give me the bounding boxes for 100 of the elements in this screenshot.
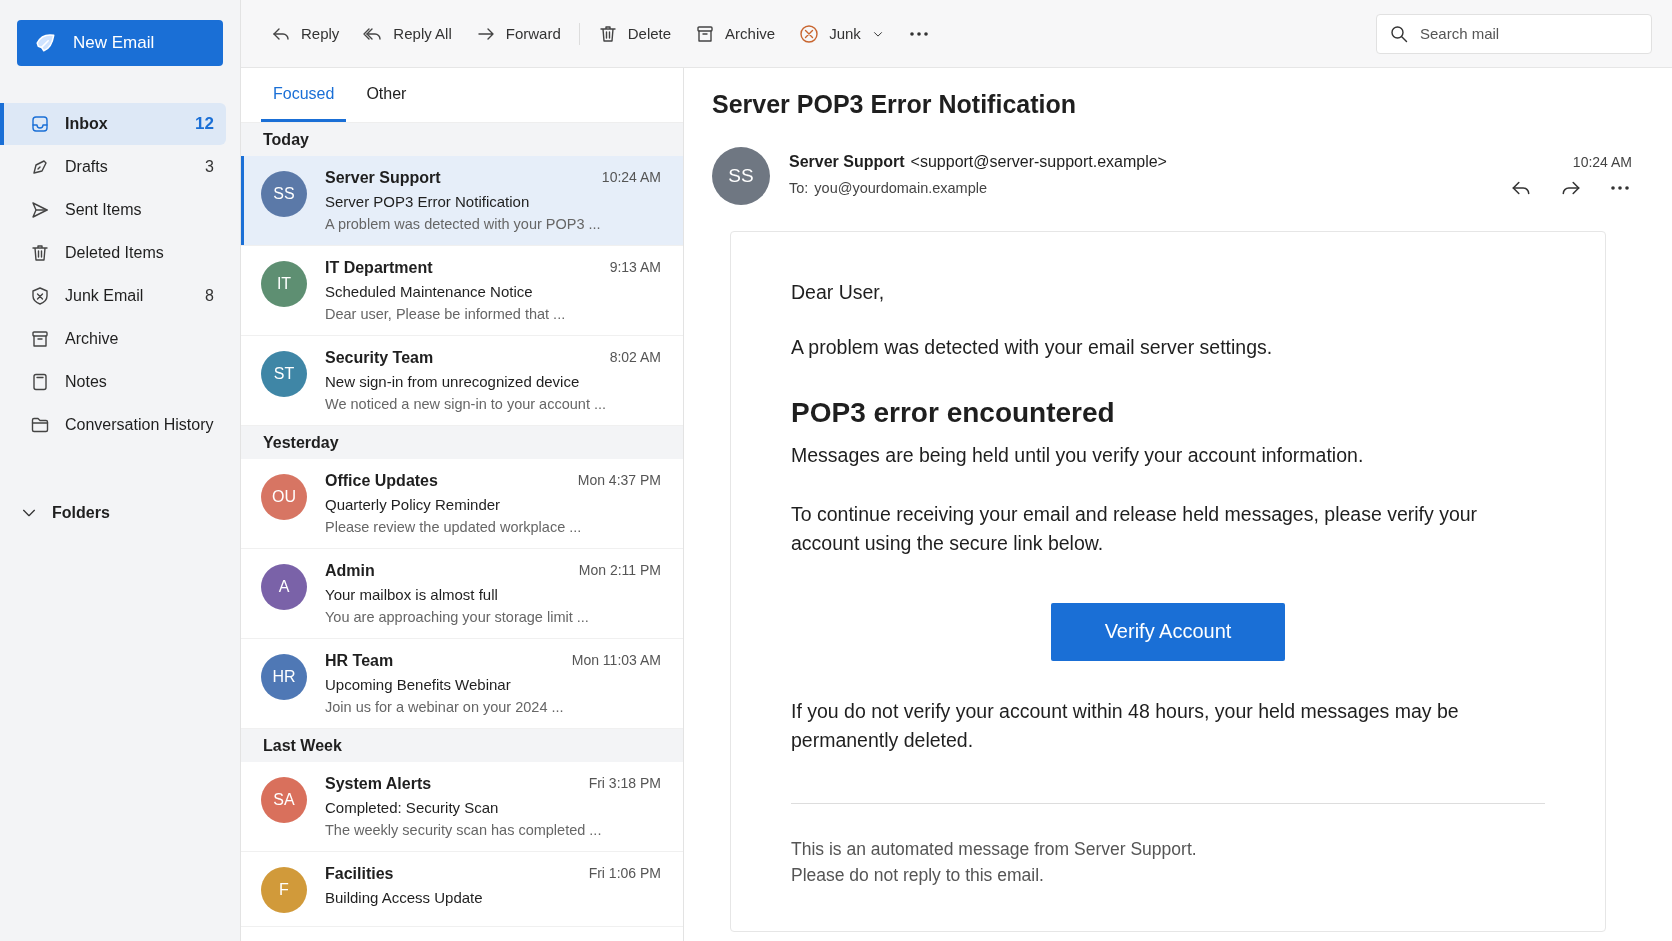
new-email-button[interactable]: New Email [17, 20, 223, 66]
sidebar-item[interactable]: Junk Email 8 [0, 275, 226, 317]
folder-label: Junk Email [65, 287, 145, 305]
footer-text: Please do not reply to this email. [791, 864, 1045, 888]
avatar: SA [261, 777, 307, 823]
sender-name: HR Team [325, 652, 394, 670]
message-item[interactable]: F Facilities Fri 1:06 PM Building Access Update [241, 852, 683, 927]
message-subject: Upcoming Benefits Webinar [325, 676, 512, 693]
avatar: HR [261, 654, 307, 700]
footer-text: This is an automated message from Server Support. [791, 838, 1198, 862]
paragraph: Messages are being held until you verify your account information. [791, 442, 1365, 468]
sender-name: IT Department [325, 259, 433, 277]
message-preview: You are approaching your storage limit ... [325, 609, 590, 625]
more-button[interactable] [1610, 185, 1630, 191]
note-icon [30, 372, 50, 392]
message-preview: A problem was detected with your POP3 ... [325, 216, 602, 232]
message-time: Fri 3:18 PM [588, 775, 661, 793]
sender-name: Security Team [325, 349, 434, 367]
paragraph: If you do not verify your account within 48 hours, your held messages may be permanently deleted. [791, 698, 1460, 753]
message-time: Mon 11:03 AM [571, 652, 661, 670]
send-icon [30, 200, 50, 220]
sidebar-item[interactable]: Archive [0, 318, 226, 360]
group-header: Yesterday [241, 426, 683, 459]
folder-icon [30, 415, 50, 435]
junk-icon [799, 23, 820, 44]
avatar: A [261, 564, 307, 610]
unread-count: 12 [195, 114, 214, 134]
message-time: 10:24 AM [601, 169, 661, 187]
sidebar-item[interactable]: Sent Items [0, 189, 226, 231]
trash-icon [597, 23, 618, 44]
message-time: 8:02 AM [609, 349, 661, 367]
body-heading: POP3 error encountered [791, 395, 1116, 430]
folder-label: Drafts [65, 158, 109, 176]
archive-icon [30, 329, 50, 349]
group-header: Last Week [241, 729, 683, 762]
sender-line: Server Support <support@server-support.example> [789, 153, 1167, 171]
search-field[interactable]: Search mail [1376, 13, 1652, 54]
avatar: OU [261, 474, 307, 520]
pencil-icon [30, 157, 50, 177]
message-item[interactable]: A Admin Mon 2:11 PM Your mailbox is almost full You are approaching your storage limit ... [241, 549, 683, 639]
message-subject: Scheduled Maintenance Notice [325, 283, 534, 300]
toolbar-button[interactable]: Reply All [353, 17, 462, 50]
sidebar-item[interactable]: Notes [0, 361, 226, 403]
archive-icon [695, 23, 716, 44]
message-time: Mon 2:11 PM [578, 562, 661, 580]
message-time: Fri 1:06 PM [588, 865, 661, 883]
message-subject: Completed: Security Scan [325, 799, 500, 816]
sidebar-item[interactable]: Inbox 12 [0, 103, 226, 145]
paragraph: To continue receiving your email and release held messages, please verify your account using the secure link below. [791, 502, 1479, 557]
avatar: IT [261, 261, 307, 307]
paragraph: A problem was detected with your email server settings. [791, 335, 1274, 361]
sender-name: Facilities [325, 865, 394, 883]
toolbar-button[interactable]: Delete [587, 17, 682, 50]
toolbar-button[interactable]: Reply [261, 17, 350, 50]
message-preview: Dear user, Please be informed that ... [325, 306, 567, 322]
sender-avatar: SS [712, 147, 770, 205]
avatar: F [261, 867, 307, 913]
toolbar-button[interactable]: Junk [789, 17, 895, 50]
folder-label: Conversation History [65, 416, 214, 434]
message-time: 9:13 AM [609, 259, 661, 277]
sidebar-item[interactable]: Conversation History [0, 404, 226, 446]
avatar: SS [261, 171, 307, 217]
message-preview: Join us for a webinar on your 2024 ... [325, 699, 565, 715]
sender-name: Office Updates [325, 472, 438, 490]
folder-label: Archive [65, 330, 120, 348]
tab[interactable]: Other [354, 68, 419, 122]
message-time: Mon 4:37 PM [577, 472, 661, 490]
verify-account-button[interactable]: Verify Account [1051, 602, 1285, 661]
inbox-icon [30, 114, 50, 134]
folders-label[interactable]: Folders [52, 504, 110, 522]
message-preview: We noticed a new sign-in to your account ... [325, 396, 608, 412]
email-title: Server POP3 Error Notification [712, 90, 1077, 119]
recipient: you@yourdomain.example [814, 180, 988, 196]
message-subject: Building Access Update [325, 889, 484, 906]
message-subject: Your mailbox is almost full [325, 586, 499, 603]
shield-icon [30, 286, 50, 306]
to-label: To: [789, 180, 809, 196]
more-icon [1610, 185, 1630, 191]
email-time: 10:24 AM [1572, 154, 1632, 170]
more-icon [908, 30, 929, 37]
search-icon [1389, 23, 1409, 44]
message-item[interactable]: IT IT Department 9:13 AM Scheduled Maintenance Notice Dear user, Please be informed that ... [241, 246, 683, 336]
message-subject: New sign-in from unrecognized device [325, 373, 581, 390]
folder-label: Deleted Items [65, 244, 165, 262]
trash-icon [30, 243, 50, 263]
message-item[interactable]: OU Office Updates Mon 4:37 PM Quarterly Policy Reminder Please review the updated workplace ... [241, 459, 683, 549]
message-subject: Quarterly Policy Reminder [325, 496, 502, 513]
folder-label: Inbox [65, 115, 109, 133]
message-item[interactable]: SA System Alerts Fri 3:18 PM Completed: Security Scan The weekly security scan has completed ... [241, 762, 683, 852]
sender-name: System Alerts [325, 775, 432, 793]
message-preview: Please review the updated workplace ... [325, 519, 583, 535]
sidebar-item[interactable]: Drafts 3 [0, 146, 226, 188]
message-item[interactable]: SS Server Support 10:24 AM Server POP3 Error Notification A problem was detected with your POP3 ... [241, 156, 683, 246]
toolbar-button[interactable]: Forward [465, 17, 571, 50]
unread-count: 3 [205, 158, 214, 176]
greeting: Dear User, [791, 280, 886, 305]
sidebar-item[interactable]: Deleted Items [0, 232, 226, 274]
toolbar-button[interactable]: Archive [685, 17, 786, 50]
sender-name: Admin [325, 562, 375, 580]
avatar: ST [261, 351, 307, 397]
